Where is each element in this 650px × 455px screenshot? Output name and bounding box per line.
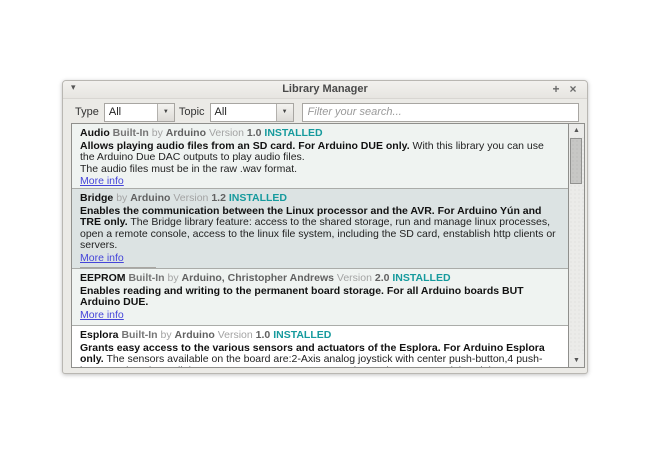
version-label: Version: [337, 272, 372, 284]
scrollbar-thumb[interactable]: [570, 138, 582, 184]
topic-dropdown-value: All: [211, 104, 276, 121]
version-label: Version: [173, 192, 208, 204]
builtin-badge: Built-In: [113, 127, 149, 139]
library-name: Bridge: [80, 192, 113, 204]
author-name: Arduino: [175, 329, 215, 341]
builtin-badge: Built-In: [128, 272, 164, 284]
close-icon[interactable]: ×: [566, 82, 580, 96]
version-number: 1.2: [211, 192, 226, 204]
scroll-down-icon[interactable]: ▼: [569, 354, 584, 367]
installed-badge: INSTALLED: [273, 329, 331, 341]
chevron-down-icon[interactable]: ▼: [157, 104, 174, 121]
more-info-link[interactable]: More info: [80, 310, 124, 322]
maximize-icon[interactable]: +: [549, 82, 563, 96]
author-name: Arduino: [166, 127, 206, 139]
entry-title-line: Esplora Built-In by Arduino Version 1.0 …: [80, 330, 560, 342]
library-entry-esplora[interactable]: Esplora Built-In by Arduino Version 1.0 …: [72, 326, 568, 367]
vertical-scrollbar[interactable]: ▲ ▼: [568, 124, 584, 367]
builtin-badge: Built-In: [121, 329, 157, 341]
entry-description: Allows playing audio files from an SD ca…: [80, 141, 560, 164]
library-name: EEPROM: [80, 272, 126, 284]
by-label: by: [168, 272, 179, 284]
version-label: Version: [209, 127, 244, 139]
by-label: by: [116, 192, 127, 204]
entry-description-extra: The audio files must be in the raw .wav …: [80, 164, 560, 176]
chevron-down-icon[interactable]: ▼: [276, 104, 293, 121]
window-title: Library Manager: [63, 83, 587, 95]
scrollbar-track[interactable]: [569, 137, 584, 354]
library-entry-eeprom[interactable]: EEPROM Built-In by Arduino, Christopher …: [72, 269, 568, 326]
version-number: 2.0: [375, 272, 390, 284]
installed-badge: INSTALLED: [229, 192, 287, 204]
version-label: Version: [218, 329, 253, 341]
entry-title-line: Bridge by Arduino Version 1.2 INSTALLED: [80, 193, 560, 205]
by-label: by: [161, 329, 172, 341]
installed-badge: INSTALLED: [264, 127, 322, 139]
more-info-link[interactable]: More info: [80, 253, 124, 265]
search-input[interactable]: [302, 103, 579, 122]
filter-toolbar: Type All ▼ Topic All ▼: [63, 99, 587, 125]
desktop-background: ▾ Library Manager + × Type All ▼ Topic A…: [0, 0, 650, 455]
entry-description: Grants easy access to the various sensor…: [80, 343, 560, 368]
installed-badge: INSTALLED: [392, 272, 450, 284]
library-name: Esplora: [80, 329, 119, 341]
library-entry-audio[interactable]: Audio Built-In by Arduino Version 1.0 IN…: [72, 124, 568, 189]
scroll-up-icon[interactable]: ▲: [569, 124, 584, 137]
title-bar[interactable]: ▾ Library Manager + ×: [63, 81, 587, 99]
by-label: by: [152, 127, 163, 139]
entry-title-line: EEPROM Built-In by Arduino, Christopher …: [80, 273, 560, 285]
library-list: Audio Built-In by Arduino Version 1.0 IN…: [71, 123, 585, 368]
entry-title-line: Audio Built-In by Arduino Version 1.0 IN…: [80, 128, 560, 140]
topic-label: Topic: [179, 106, 205, 118]
entry-description: Enables reading and writing to the perma…: [80, 286, 560, 309]
author-name: Arduino, Christopher Andrews: [182, 272, 334, 284]
library-manager-window: ▾ Library Manager + × Type All ▼ Topic A…: [62, 80, 588, 374]
version-number: 1.0: [247, 127, 262, 139]
type-dropdown-value: All: [105, 104, 157, 121]
library-entry-bridge[interactable]: Bridge by Arduino Version 1.2 INSTALLED …: [72, 189, 568, 269]
author-name: Arduino: [130, 192, 170, 204]
entry-description: Enables the communication between the Li…: [80, 206, 560, 252]
library-entries: Audio Built-In by Arduino Version 1.0 IN…: [72, 124, 568, 367]
more-info-link[interactable]: More info: [80, 176, 124, 188]
version-number: 1.0: [256, 329, 271, 341]
library-name: Audio: [80, 127, 110, 139]
type-label: Type: [75, 106, 99, 118]
topic-dropdown[interactable]: All ▼: [210, 103, 294, 122]
type-dropdown[interactable]: All ▼: [104, 103, 175, 122]
